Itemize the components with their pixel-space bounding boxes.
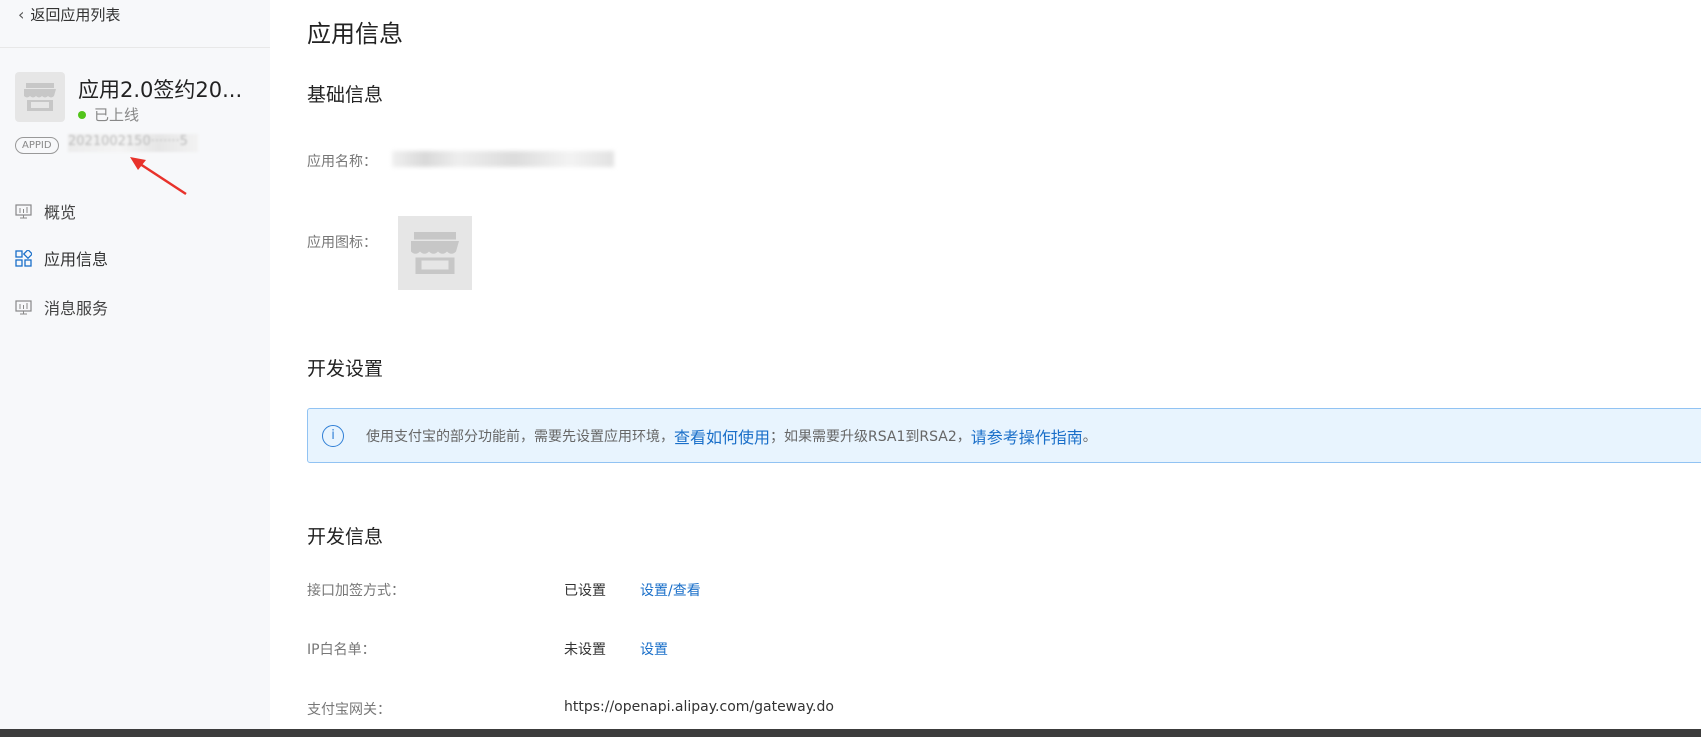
red-arrow-annotation	[130, 157, 187, 196]
section-title-dev-settings: 开发设置	[307, 358, 384, 380]
app-status: 已上线	[78, 104, 139, 125]
gateway-value: https://openapi.alipay.com/gateway.do	[564, 699, 834, 715]
app-status-text: 已上线	[94, 106, 140, 124]
app-icon-label: 应用图标：	[307, 235, 377, 251]
app-icon-image[interactable]	[398, 216, 472, 290]
app-name-value-redacted	[392, 151, 614, 167]
notice-text-2: ；如果需要升级RSA1到RSA2，	[770, 428, 971, 445]
sidebar: ‹ 返回应用列表 应用2.0签约20... 已上线 APPID 20210021…	[0, 0, 270, 729]
how-to-use-link[interactable]: 查看如何使用	[674, 424, 770, 448]
sidebar-divider	[0, 47, 270, 48]
sidebar-item-message-service[interactable]: 消息服务	[15, 295, 108, 319]
monitor-icon	[15, 203, 32, 218]
info-notice: i 使用支付宝的部分功能前，需要先设置应用环境， 查看如何使用 ；如果需要升级R…	[307, 408, 1701, 463]
signing-method-label: 接口加签方式：	[307, 583, 405, 599]
store-icon	[411, 232, 459, 274]
back-to-app-list-link[interactable]: ‹ 返回应用列表	[18, 4, 120, 25]
main-content: 应用信息 基础信息 应用名称： 应用图标： 开发设置 i 使用支付宝的部分功能前…	[270, 0, 1701, 729]
app-window: ‹ 返回应用列表 应用2.0签约20... 已上线 APPID 20210021…	[0, 0, 1701, 737]
section-title-dev-info: 开发信息	[307, 526, 384, 548]
sidebar-item-app-info[interactable]: 应用信息	[15, 246, 108, 270]
chevron-left-icon: ‹	[18, 5, 25, 24]
grid-icon	[15, 249, 32, 267]
appid-value: 2021002150·······5	[68, 134, 198, 152]
appid-tag: APPID	[15, 137, 59, 154]
ip-whitelist-set-link[interactable]: 设置	[640, 639, 668, 659]
sidebar-item-label: 应用信息	[44, 250, 109, 269]
signing-set-view-link[interactable]: 设置/查看	[640, 580, 701, 600]
online-dot-icon	[78, 110, 86, 119]
ip-whitelist-label: IP白名单：	[307, 642, 376, 658]
page-title: 应用信息	[307, 20, 403, 48]
info-icon: i	[322, 424, 344, 447]
app-name: 应用2.0签约20...	[78, 78, 243, 102]
app-logo	[15, 72, 65, 122]
back-label: 返回应用列表	[30, 6, 121, 24]
operation-guide-link[interactable]: 请参考操作指南	[971, 424, 1083, 448]
signing-method-value: 已设置	[564, 583, 606, 599]
section-title-basic-info: 基础信息	[307, 84, 384, 106]
sidebar-item-label: 消息服务	[44, 299, 109, 318]
gateway-label: 支付宝网关：	[307, 702, 391, 718]
sidebar-item-overview[interactable]: 概览	[15, 199, 76, 223]
ip-whitelist-value: 未设置	[564, 642, 606, 658]
notice-text-3: 。	[1082, 428, 1097, 445]
store-icon	[24, 83, 56, 111]
notice-text-1: 使用支付宝的部分功能前，需要先设置应用环境，	[366, 428, 674, 445]
app-name-label: 应用名称：	[307, 154, 377, 170]
bottom-taskbar	[0, 729, 1701, 737]
monitor-icon	[15, 299, 32, 314]
sidebar-item-label: 概览	[44, 203, 77, 222]
